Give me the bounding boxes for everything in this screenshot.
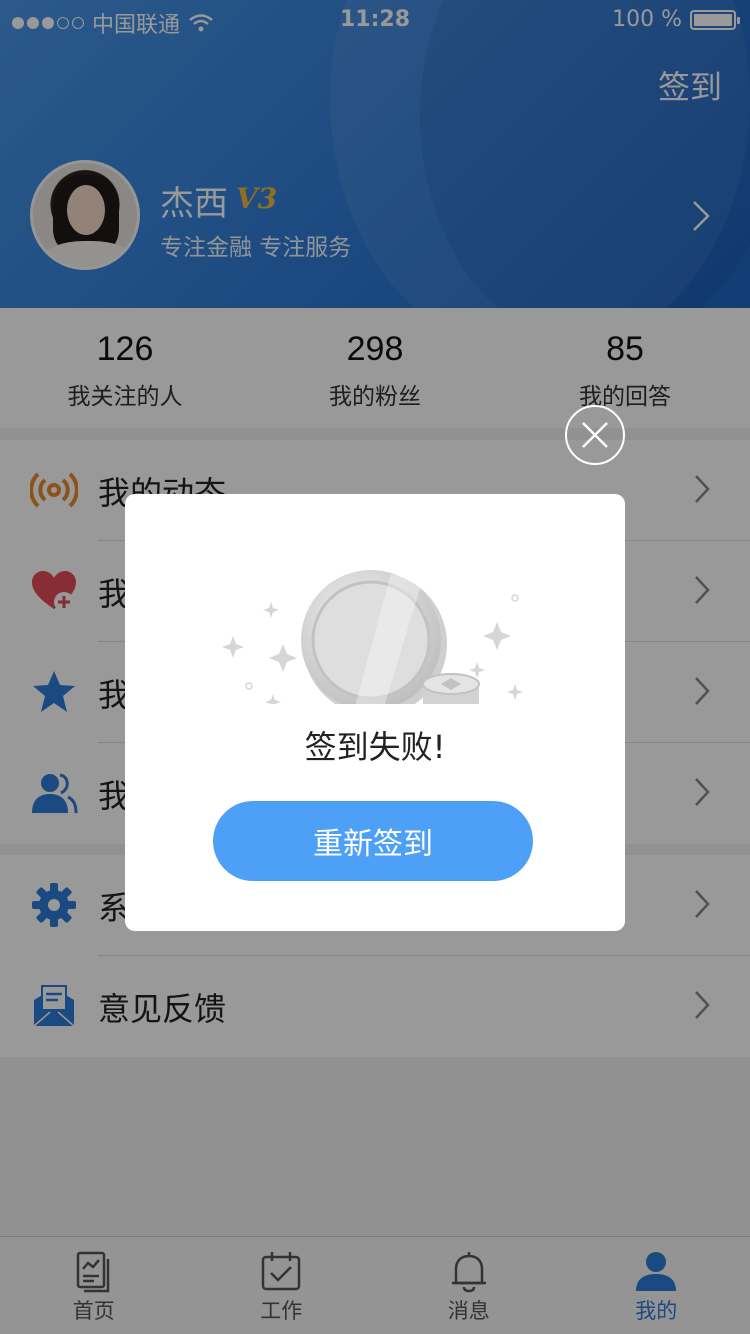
dialog-message: 签到失败! bbox=[304, 728, 446, 766]
close-icon bbox=[582, 422, 608, 448]
dialog-close-button[interactable] bbox=[565, 405, 625, 465]
retry-signin-button[interactable]: 重新签到 bbox=[213, 801, 533, 881]
signin-failed-dialog: 签到失败! 重新签到 bbox=[125, 494, 625, 931]
coin-illustration bbox=[222, 570, 523, 704]
